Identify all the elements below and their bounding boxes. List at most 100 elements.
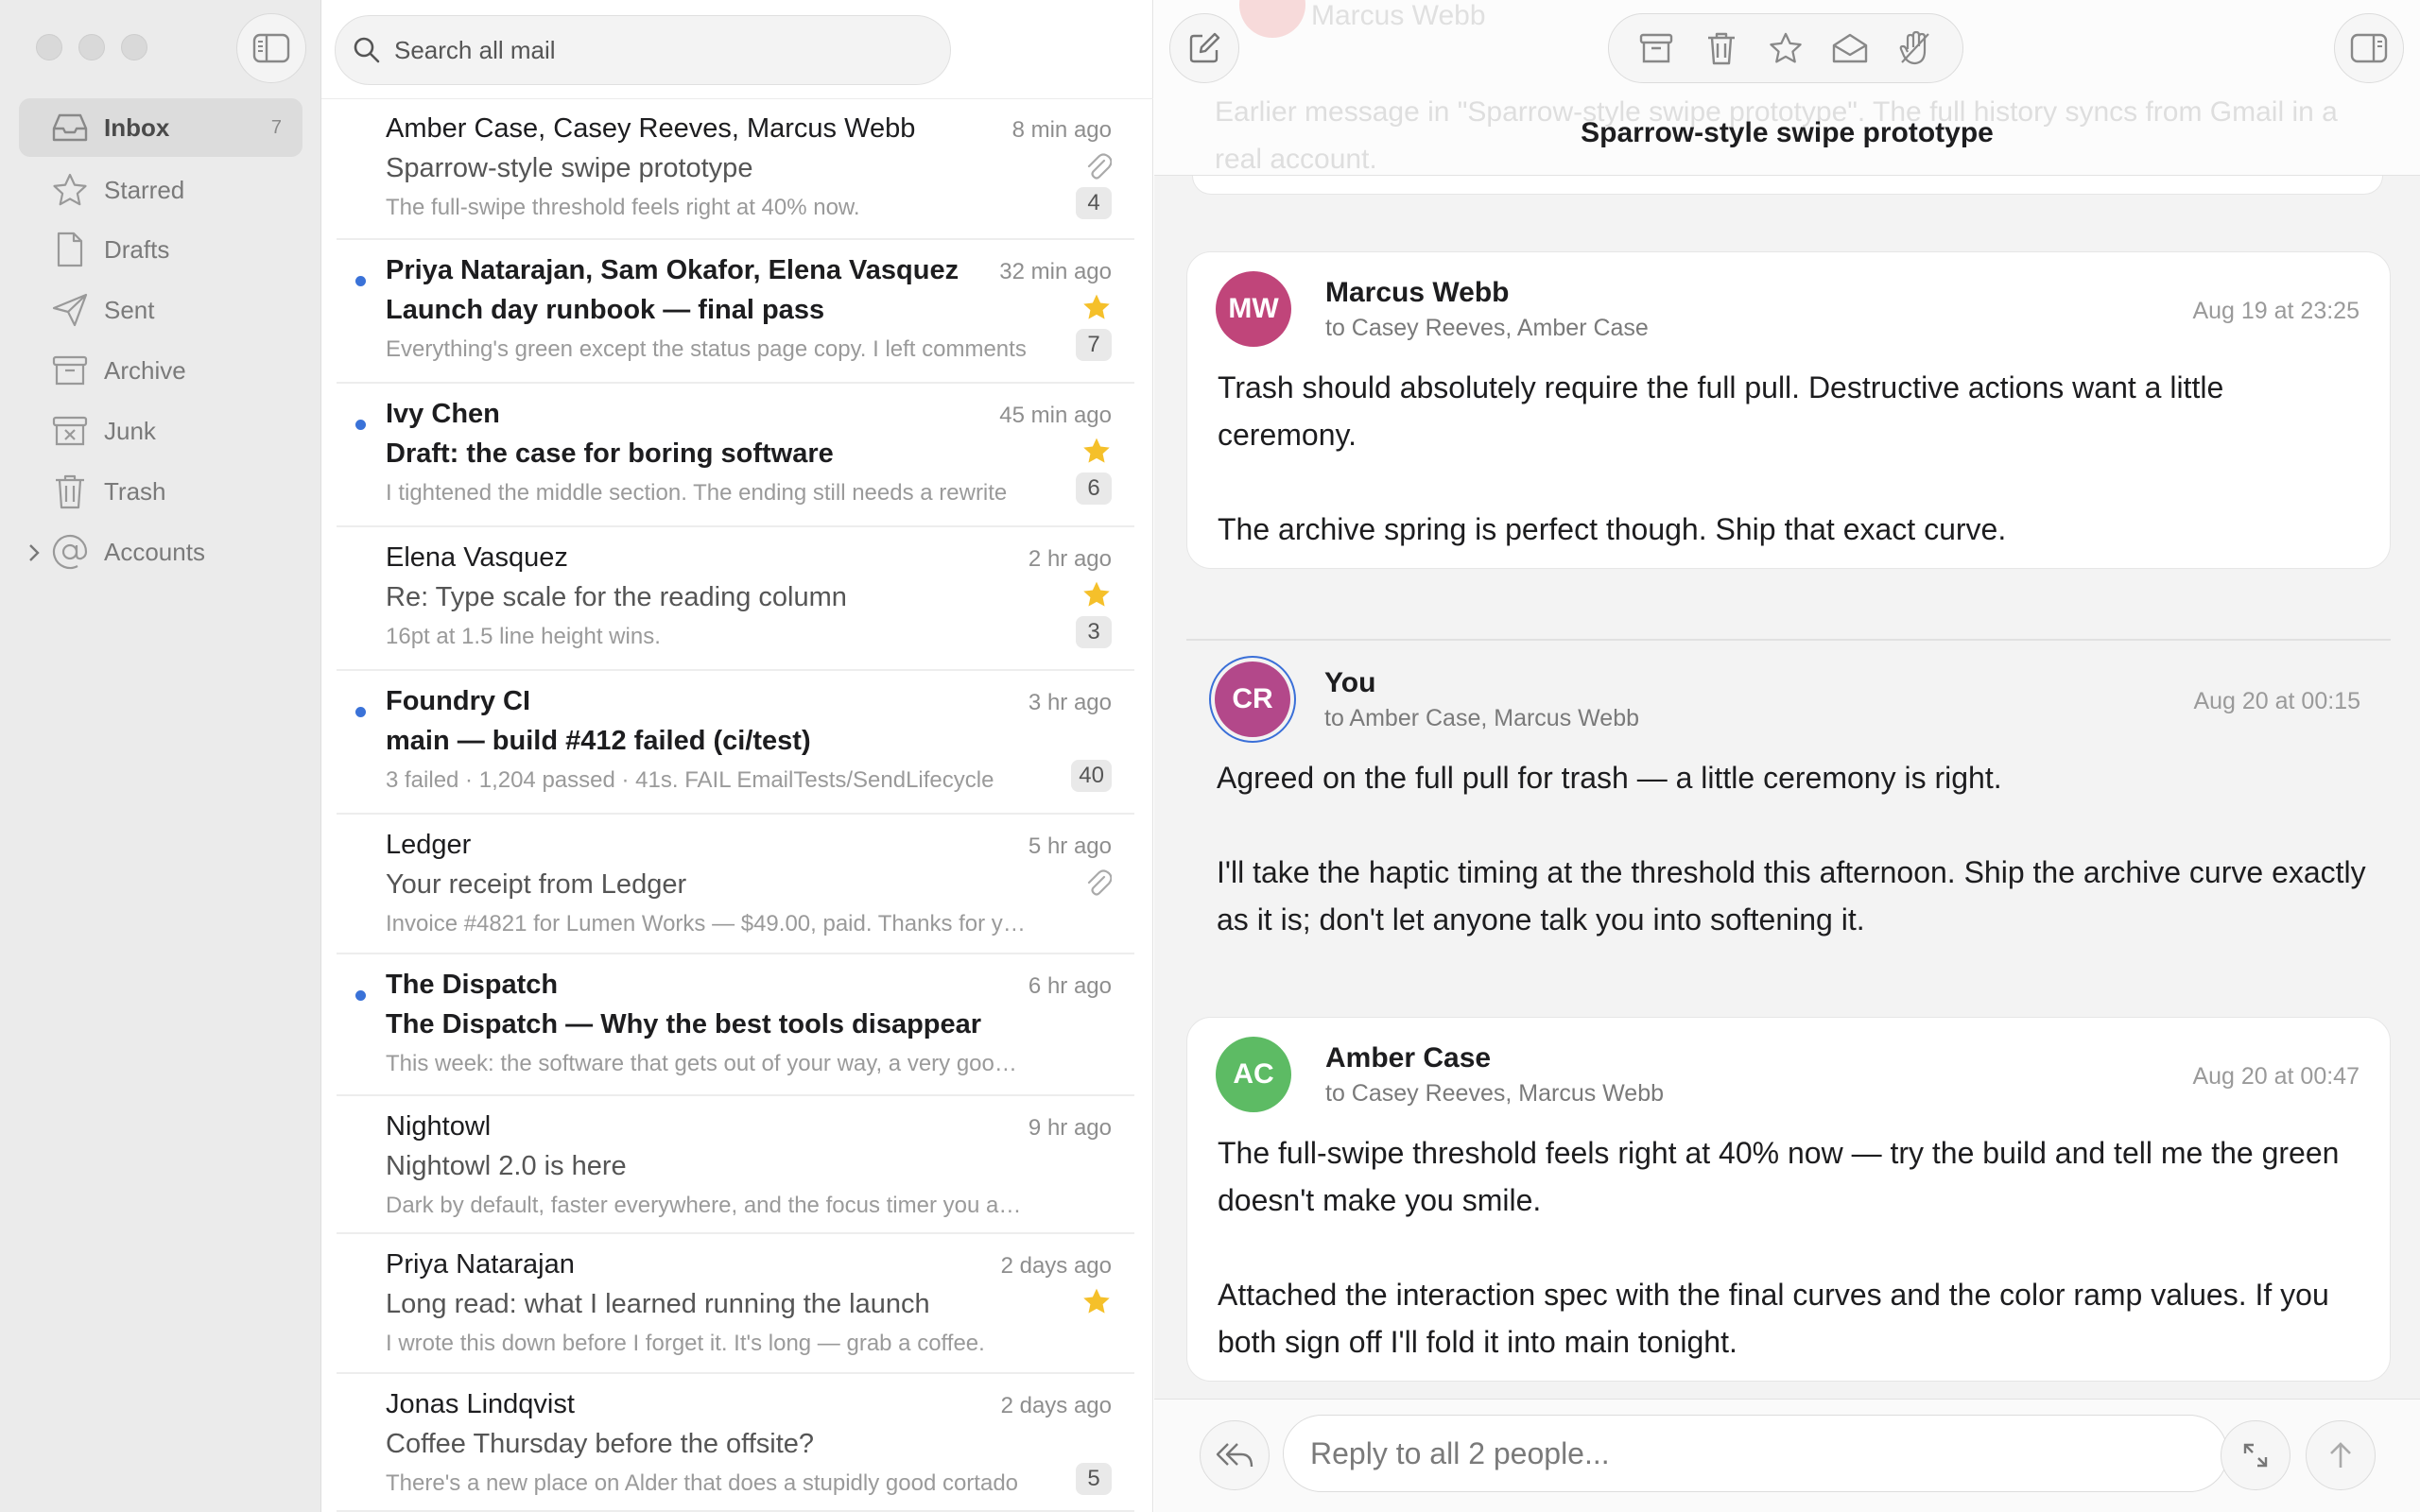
message-paragraph: The full-swipe threshold feels right at …	[1218, 1136, 2340, 1217]
send-button[interactable]	[2306, 1420, 2376, 1490]
message-subject: main — build #412 failed (ci/test)	[386, 726, 811, 756]
list-item[interactable]: Ivy Chen 45 min ago Draft: the case for bo…	[337, 384, 1134, 527]
message-date: Aug 19 at 23:25	[2192, 298, 2360, 324]
thread-count-badge: 4	[1076, 187, 1112, 219]
message-time: 3 hr ago	[1028, 690, 1112, 715]
avatar: CR	[1215, 662, 1290, 737]
star-icon	[1770, 32, 1802, 63]
mark-unread-button[interactable]	[1822, 20, 1878, 77]
list-item[interactable]: Amber Case, Casey Reeves, Marcus Webb 8 m…	[337, 98, 1134, 240]
window-zoom-button[interactable]	[121, 34, 147, 60]
star-icon[interactable]	[1081, 293, 1112, 321]
message-subject: Launch day runbook — final pass	[386, 295, 825, 325]
star-button[interactable]	[1757, 20, 1814, 77]
search-input[interactable]: Search all mail	[394, 36, 556, 65]
message-time: 5 hr ago	[1028, 833, 1112, 859]
message-subject: Nightowl 2.0 is here	[386, 1151, 627, 1181]
trash-button[interactable]	[1693, 20, 1750, 77]
message-sender: Foundry CI	[386, 686, 531, 716]
reply-bar: Reply to all 2 people...	[1154, 1399, 2420, 1512]
paperclip-icon	[1085, 151, 1112, 181]
reply-all-icon	[1216, 1443, 1253, 1468]
window-close-button[interactable]	[36, 34, 62, 60]
message-time: 2 days ago	[1000, 1253, 1112, 1279]
list-item[interactable]: Foundry CI 3 hr ago main — build #412 fail…	[337, 671, 1134, 815]
sidebar-item-drafts[interactable]: Drafts	[19, 220, 302, 279]
chevron-right-icon[interactable]	[26, 542, 42, 563]
star-icon[interactable]	[1081, 437, 1112, 465]
message-subject: Draft: the case for boring software	[386, 438, 834, 469]
message-date: Aug 20 at 00:15	[2193, 688, 2360, 714]
message-time: 6 hr ago	[1028, 973, 1112, 999]
archive-button[interactable]	[1628, 20, 1685, 77]
list-item[interactable]: Priya Natarajan, Sam Okafor, Elena Vasqu…	[337, 240, 1134, 384]
avatar	[1239, 0, 1305, 38]
trash-icon	[51, 472, 89, 510]
list-item[interactable]: Elena Vasquez 2 hr ago Re: Type scale for …	[337, 527, 1134, 671]
sidebar-item-label: Junk	[104, 416, 156, 445]
expand-button[interactable]	[2221, 1420, 2290, 1490]
message-preview: The full-swipe threshold feels right at …	[386, 195, 860, 220]
sidebar-item-junk[interactable]: Junk	[19, 402, 302, 460]
thread-count-badge: 40	[1071, 760, 1112, 792]
message-recipients: to Casey Reeves, Amber Case	[1325, 315, 1649, 341]
list-item[interactable]: Nightowl 9 hr ago Nightowl 2.0 is here Dark…	[337, 1096, 1134, 1234]
star-icon[interactable]	[1081, 580, 1112, 609]
message-preview: 3 failed · 1,204 passed · 41s. FAIL Emai…	[386, 767, 994, 793]
hand-icon	[1899, 30, 1929, 65]
compose-button[interactable]	[1169, 13, 1239, 83]
sidebar-item-label: Starred	[104, 175, 185, 204]
message-body: Agreed on the full pull for trash — a li…	[1217, 754, 2370, 943]
sidebar-item-trash[interactable]: Trash	[19, 462, 302, 521]
message-time: 9 hr ago	[1028, 1115, 1112, 1141]
message-sender: Nightowl	[386, 1111, 492, 1142]
sidebar-item-label: Accounts	[104, 537, 205, 566]
star-icon[interactable]	[1081, 1287, 1112, 1315]
message-subject: The Dispatch — Why the best tools disapp…	[386, 1009, 982, 1040]
sidebar-icon	[252, 33, 290, 63]
sidebar-item-starred[interactable]: Starred	[19, 161, 302, 219]
avatar: AC	[1216, 1037, 1291, 1112]
block-sender-button[interactable]	[1887, 20, 1944, 77]
message-date: Aug 20 at 00:47	[2192, 1063, 2360, 1090]
message-list: Search all mail Amber Case, Casey Reeves…	[321, 0, 1153, 1512]
window-minimize-button[interactable]	[78, 34, 105, 60]
message-toolbar	[1608, 13, 1963, 83]
unread-indicator	[355, 420, 366, 430]
message-time: 2 days ago	[1000, 1393, 1112, 1418]
message-body: Trash should absolutely require the full…	[1218, 364, 2371, 553]
message-preview: Everything's green except the status pag…	[386, 336, 1027, 362]
sidebar-item-archive[interactable]: Archive	[19, 341, 302, 400]
reply-all-button[interactable]	[1200, 1420, 1270, 1490]
message-paragraph: Agreed on the full pull for trash — a li…	[1217, 761, 2002, 795]
junk-bin-icon	[51, 412, 89, 450]
inspector-toggle-button[interactable]	[2334, 13, 2404, 83]
message-sender: Amber Case	[1325, 1042, 1492, 1074]
reply-input[interactable]: Reply to all 2 people...	[1283, 1415, 2228, 1492]
thread-message: MW Marcus Webb to Casey Reeves, Amber Ca…	[1186, 251, 2391, 569]
message-preview: Dark by default, faster everywhere, and …	[386, 1193, 1028, 1218]
archive-box-icon	[51, 352, 89, 389]
search-field[interactable]: Search all mail	[335, 15, 951, 85]
message-sender: The Dispatch	[386, 970, 559, 1000]
thread-title: Sparrow-style swipe prototype	[1581, 117, 1994, 148]
message-sender: Elena Vasquez	[386, 542, 568, 573]
inbox-icon	[51, 109, 89, 146]
list-item[interactable]: Jonas Lindqvist 2 days ago Coffee Thursday…	[337, 1374, 1134, 1512]
sidebar-item-accounts[interactable]: Accounts	[19, 523, 302, 581]
sidebar-item-sent[interactable]: Sent	[19, 281, 302, 339]
unread-indicator	[355, 990, 366, 1001]
list-item[interactable]: Priya Natarajan 2 days ago Long read: what…	[337, 1234, 1134, 1374]
sidebar-item-label: Drafts	[104, 234, 170, 264]
sidebar-toggle-button[interactable]	[236, 13, 306, 83]
reader-header: Marcus Webb Earlier message in "Sparrow-…	[1154, 0, 2420, 176]
list-item[interactable]: Ledger 5 hr ago Your receipt from Ledger In…	[337, 815, 1134, 954]
message-subject: Re: Type scale for the reading column	[386, 582, 847, 612]
list-item[interactable]: The Dispatch 6 hr ago The Dispatch — Why t…	[337, 954, 1134, 1096]
sidebar-item-inbox[interactable]: Inbox 7	[19, 98, 302, 157]
message-subject: Coffee Thursday before the offsite?	[386, 1429, 815, 1459]
message-time: 32 min ago	[999, 259, 1112, 284]
sidebar: Inbox 7 Starred Drafts Sent Archive Junk	[0, 0, 321, 1512]
message-subject: Long read: what I learned running the la…	[386, 1289, 930, 1319]
message-paragraph: I'll take the haptic timing at the thres…	[1217, 855, 2366, 936]
